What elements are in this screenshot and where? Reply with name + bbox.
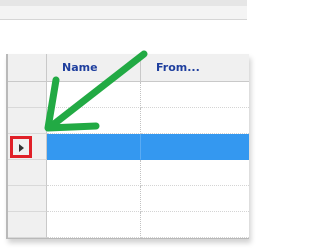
- table-row[interactable]: [8, 108, 249, 134]
- screenshot-stage: Name From...: [0, 0, 249, 252]
- table-cell-name[interactable]: [47, 82, 141, 108]
- grid-body: [8, 82, 249, 238]
- column-header-name[interactable]: Name: [47, 54, 141, 81]
- table-row-selected[interactable]: [8, 134, 249, 160]
- table-cell-name[interactable]: [47, 134, 141, 160]
- column-header-from[interactable]: From...: [141, 54, 249, 81]
- row-selector-current[interactable]: [8, 134, 47, 160]
- triangle-right-icon: [19, 144, 24, 152]
- data-grid: Name From...: [6, 54, 249, 239]
- table-cell-name[interactable]: [47, 160, 141, 186]
- row-selector[interactable]: [8, 82, 47, 108]
- row-selector[interactable]: [8, 186, 47, 212]
- table-cell-name[interactable]: [47, 108, 141, 134]
- table-row[interactable]: [8, 186, 249, 212]
- table-cell-name[interactable]: [47, 186, 141, 212]
- table-cell-from[interactable]: [141, 186, 249, 212]
- toolbar-shade: [0, 0, 247, 6]
- table-cell-from[interactable]: [141, 134, 249, 160]
- table-cell-from[interactable]: [141, 82, 249, 108]
- table-row[interactable]: [8, 82, 249, 108]
- table-cell-from[interactable]: [141, 160, 249, 186]
- grid-header-row: Name From...: [8, 54, 249, 82]
- table-cell-from[interactable]: [141, 108, 249, 134]
- column-header-from-label: From...: [156, 61, 200, 74]
- table-row[interactable]: [8, 212, 249, 238]
- row-selector[interactable]: [8, 160, 47, 186]
- toolbar-strip: [0, 0, 247, 20]
- table-row[interactable]: [8, 160, 249, 186]
- row-selector[interactable]: [8, 108, 47, 134]
- row-selector-header[interactable]: [8, 54, 47, 81]
- highlight-box: [10, 136, 32, 158]
- table-cell-from[interactable]: [141, 212, 249, 238]
- row-selector[interactable]: [8, 212, 47, 238]
- column-header-name-label: Name: [62, 61, 98, 74]
- table-cell-name[interactable]: [47, 212, 141, 238]
